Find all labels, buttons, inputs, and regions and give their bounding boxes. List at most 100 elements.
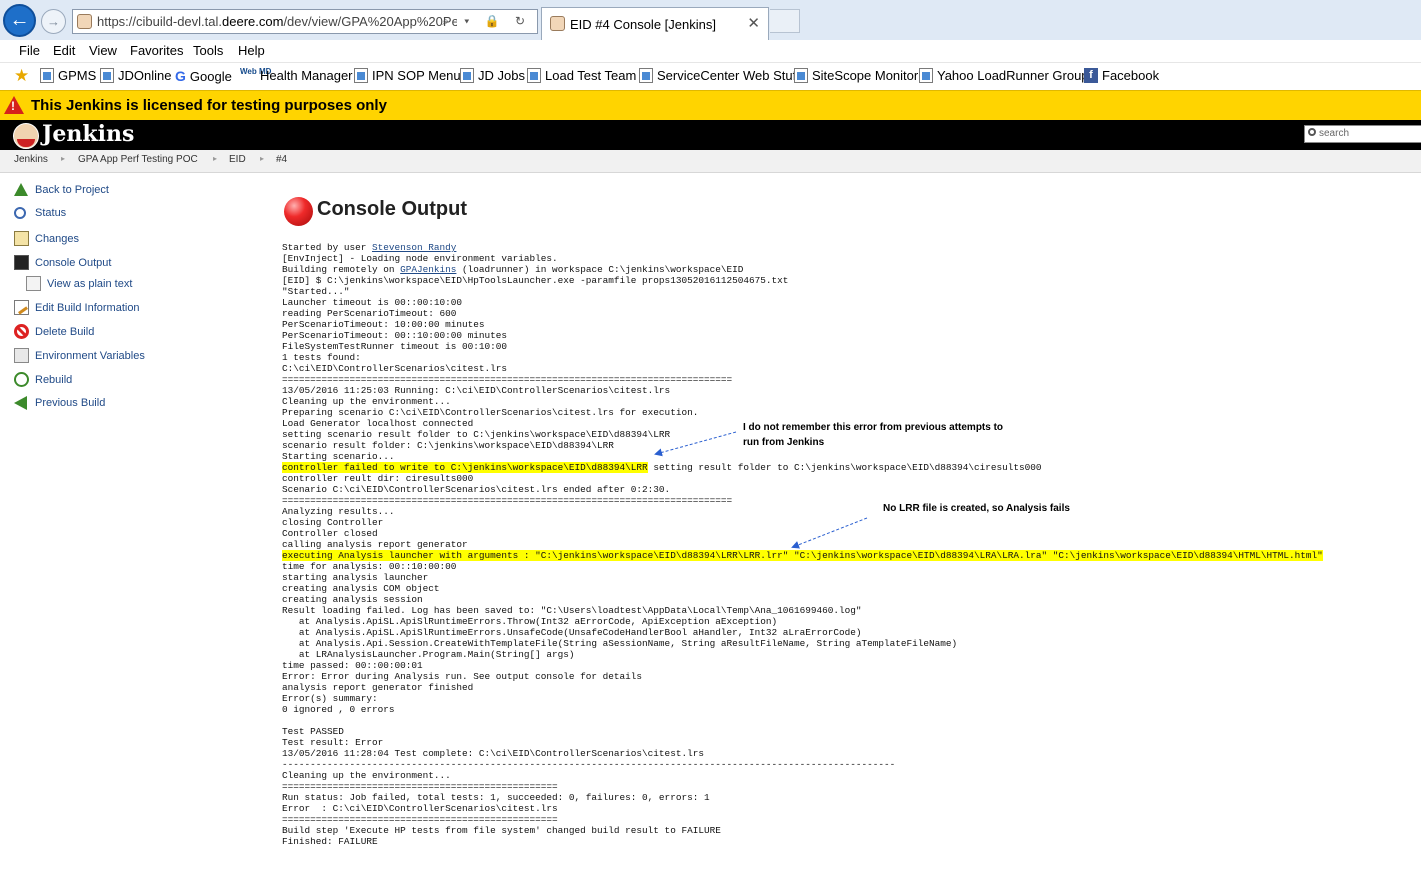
jenkins-favicon-icon — [77, 14, 92, 29]
jenkins-header: Jenkins search — [0, 120, 1421, 150]
task-delete-build[interactable]: Delete Build — [14, 324, 94, 339]
breadcrumb-project[interactable]: GPA App Perf Testing POC — [78, 154, 198, 165]
log-line: Error(s) summary: — [282, 693, 378, 704]
jenkins-title[interactable]: Jenkins — [42, 121, 134, 147]
log-line: analysis report generator finished — [282, 682, 474, 693]
fav-servicecenter[interactable]: ServiceCenter Web Stuff — [639, 68, 800, 83]
favorites-star-icon[interactable]: ★ — [14, 66, 29, 86]
log-line: 13/05/2016 11:28:04 Test complete: C:\ci… — [282, 748, 704, 759]
back-arrow-icon: ← — [9, 9, 30, 31]
task-console-output[interactable]: Console Output — [14, 255, 111, 270]
page-icon — [919, 68, 933, 83]
fav-gpms[interactable]: GPMS — [40, 68, 96, 83]
user-link[interactable]: Stevenson Randy — [372, 242, 456, 253]
log-line: ========================================… — [282, 814, 558, 825]
breadcrumb-build[interactable]: #4 — [276, 154, 287, 165]
refresh-icon — [14, 372, 29, 387]
log-line: at Analysis.Api.Session.CreateWithTempla… — [282, 638, 958, 649]
log-line: creating analysis session — [282, 594, 423, 605]
new-tab-button[interactable] — [770, 9, 800, 33]
log-line-highlighted: executing Analysis launcher with argumen… — [282, 550, 1412, 561]
warning-mark: ! — [11, 99, 15, 113]
fav-jd-jobs[interactable]: JD Jobs — [460, 68, 525, 83]
menu-view[interactable]: View — [89, 43, 117, 58]
breadcrumb-job[interactable]: EID — [229, 154, 246, 165]
annotation-no-lrr-file: No LRR file is created, so Analysis fail… — [883, 503, 1070, 514]
log-line: ========================================… — [282, 781, 558, 792]
task-view-as-plain-text[interactable]: View as plain text — [26, 276, 132, 291]
no-entry-icon — [14, 324, 29, 339]
page-icon — [639, 68, 653, 83]
menu-file[interactable]: File — [19, 43, 40, 58]
annotation-controller-error: I do not remember this error from previo… — [743, 422, 1004, 448]
close-tab-icon[interactable]: ✕ — [747, 14, 760, 32]
log-line: PerScenarioTimeout: 00::10:00:00 minutes — [282, 330, 508, 341]
fav-google[interactable]: G Google — [175, 68, 232, 84]
menu-help[interactable]: Help — [238, 43, 265, 58]
terminal-icon — [14, 255, 29, 270]
log-line: ----------------------------------------… — [282, 759, 896, 770]
favorites-bar: ★ GPMS JDOnline G Google Web MD Health Man… — [0, 63, 1421, 89]
menu-edit[interactable]: Edit — [53, 43, 75, 58]
log-line: PerScenarioTimeout: 10:00:00 minutes — [282, 319, 485, 330]
task-edit-build-information[interactable]: Edit Build Information — [14, 300, 140, 315]
log-line: creating analysis COM object — [282, 583, 440, 594]
tab-title: EID #4 Console [Jenkins] — [570, 17, 716, 32]
address-actions-icon[interactable]: ⌕ ▾ 🔒 ↻ — [442, 10, 531, 33]
search-input[interactable]: search — [1304, 125, 1421, 143]
log-line: Building remotely on GPAJenkins (loadrun… — [282, 264, 744, 275]
log-line: Error : C:\ci\EID\ControllerScenarios\ci… — [282, 803, 558, 814]
fav-facebook[interactable]: f Facebook — [1084, 68, 1159, 83]
page-icon — [794, 68, 808, 83]
log-line: 1 tests found: — [282, 352, 361, 363]
menu-favorites[interactable]: Favorites — [130, 43, 183, 58]
license-text: This Jenkins is licensed for testing pur… — [31, 97, 387, 114]
log-line: 0 ignored , 0 errors — [282, 704, 395, 715]
notepad-icon — [14, 231, 29, 246]
log-line: Result loading failed. Log has been save… — [282, 605, 862, 616]
fav-sitescope-monitor[interactable]: SiteScope Monitor — [794, 68, 918, 83]
log-line: Starting scenario... — [282, 451, 395, 462]
jenkins-logo-icon[interactable] — [13, 123, 39, 149]
back-button[interactable]: ← — [3, 4, 36, 37]
fav-load-test-team[interactable]: Load Test Team — [527, 68, 636, 83]
task-environment-variables[interactable]: Environment Variables — [14, 348, 145, 363]
task-status[interactable]: Status — [14, 207, 66, 219]
task-changes[interactable]: Changes — [14, 231, 79, 246]
log-line: Cleaning up the environment... — [282, 396, 451, 407]
page-icon — [460, 68, 474, 83]
fav-ipn-sop-menu[interactable]: IPN SOP Menu — [354, 68, 461, 83]
license-banner: ! This Jenkins is licensed for testing p… — [0, 90, 1421, 120]
jenkins-favicon-icon — [550, 16, 565, 31]
document-list-icon — [14, 348, 29, 363]
log-line: Error: Error during Analysis run. See ou… — [282, 671, 643, 682]
task-back-to-project[interactable]: Back to Project — [14, 183, 109, 196]
highlighted-analysis-args: executing Analysis launcher with argumen… — [282, 550, 1323, 561]
browser-tab-active[interactable]: EID #4 Console [Jenkins] ✕ — [541, 7, 769, 40]
address-bar[interactable]: https://cibuild-devl.tal.deere.com/dev/v… — [72, 9, 538, 34]
forward-button[interactable]: → — [41, 9, 66, 34]
fav-yahoo-loadrunner[interactable]: Yahoo LoadRunner Group — [919, 68, 1089, 83]
log-line: Preparing scenario C:\ci\EID\ControllerS… — [282, 407, 699, 418]
log-line: ========================================… — [282, 495, 733, 506]
log-line: Finished: FAILURE — [282, 836, 378, 847]
left-arrow-icon — [14, 396, 27, 410]
fav-jdonline[interactable]: JDOnline — [100, 68, 171, 83]
menu-bar: File Edit View Favorites Tools Help — [0, 40, 1421, 63]
task-previous-build[interactable]: Previous Build — [14, 396, 105, 410]
menu-tools[interactable]: Tools — [193, 43, 223, 58]
forward-arrow-icon: → — [47, 14, 60, 29]
breadcrumb-jenkins[interactable]: Jenkins — [14, 154, 48, 165]
log-line: Started by user Stevenson Randy — [282, 242, 457, 253]
page-icon — [100, 68, 114, 83]
node-link[interactable]: GPAJenkins — [400, 264, 456, 275]
page-icon — [527, 68, 541, 83]
log-line: Test PASSED — [282, 726, 344, 737]
task-rebuild[interactable]: Rebuild — [14, 372, 72, 387]
highlighted-error: controller failed to write to C:\jenkins… — [282, 462, 648, 473]
log-line: FileSystemTestRunner timeout is 00:10:00 — [282, 341, 508, 352]
fav-health-manager[interactable]: Web MD Health Manager — [240, 68, 353, 84]
log-line: at Analysis.ApiSL.ApiSlRuntimeErrors.Uns… — [282, 627, 862, 638]
console-log: Started by user Stevenson Randy [EnvInje… — [282, 242, 1412, 847]
log-line: C:\ci\EID\ControllerScenarios\citest.lrs — [282, 363, 508, 374]
